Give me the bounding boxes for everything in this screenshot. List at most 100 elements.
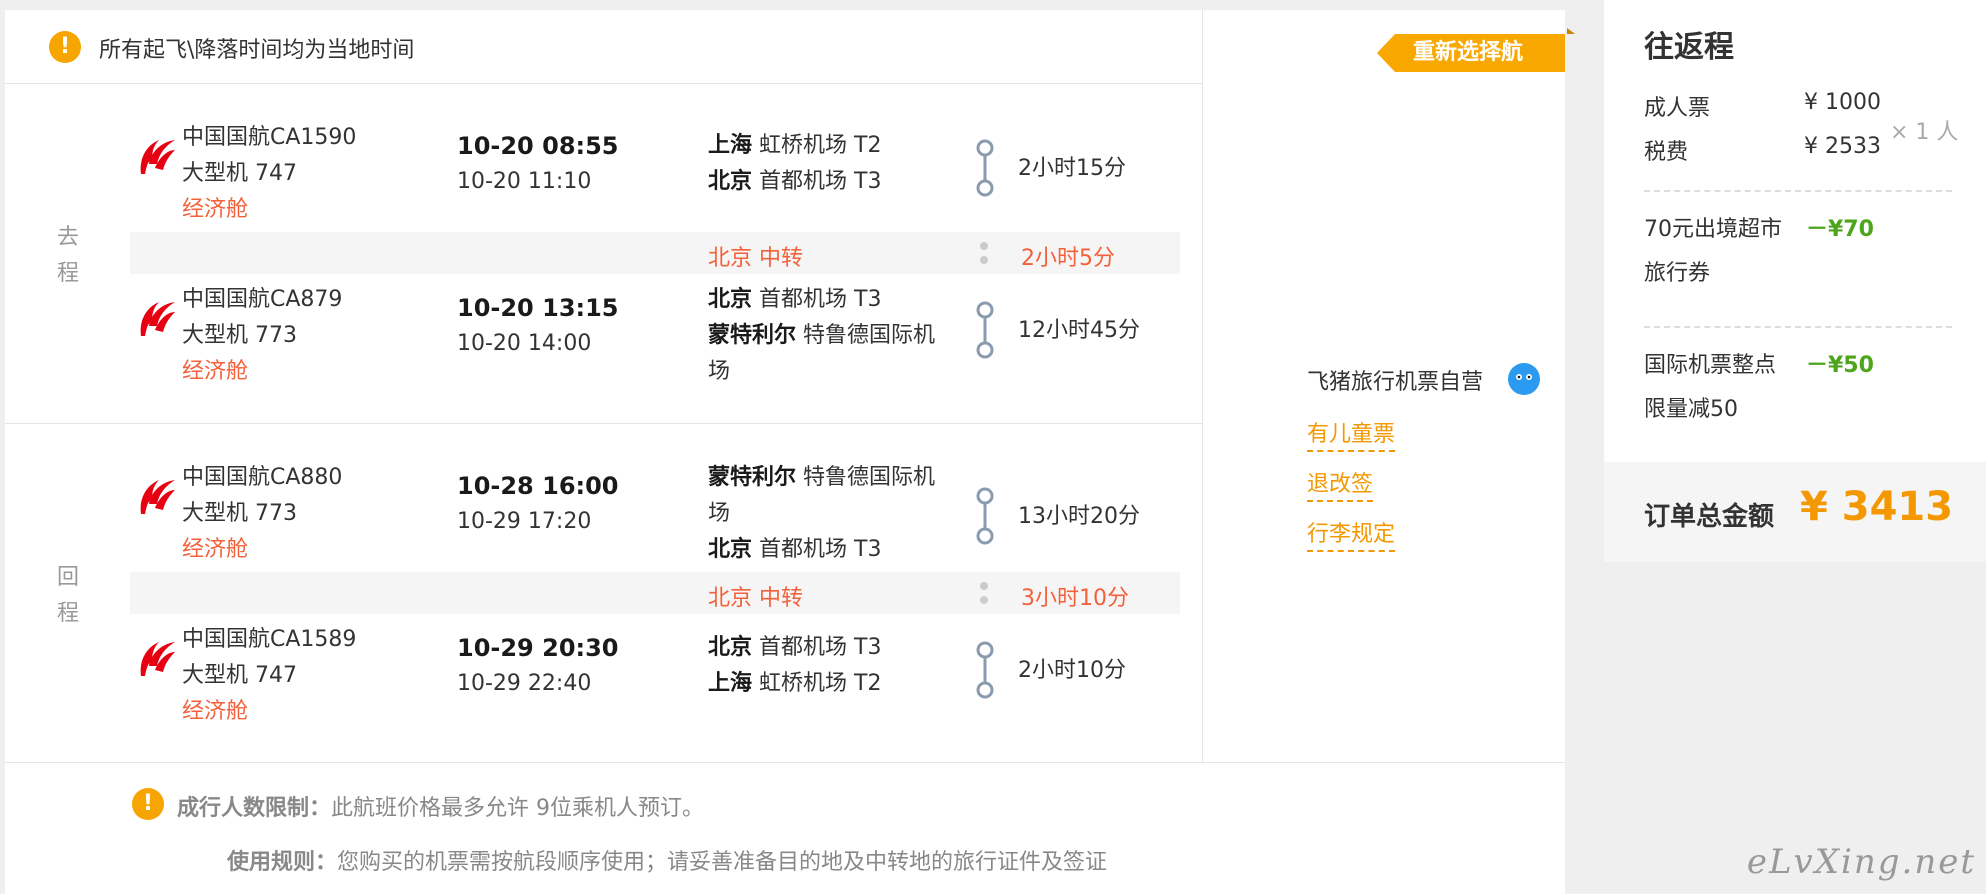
airports: 北京 首都机场 T3 上海 虹桥机场 T2 bbox=[708, 630, 978, 702]
arrival-city: 北京 bbox=[708, 537, 753, 562]
arrival-time: 10-29 22:40 bbox=[457, 671, 592, 696]
transfer-time: 3小时10分 bbox=[1021, 586, 1129, 611]
outbound-label-char2: 程 bbox=[56, 261, 79, 286]
aircraft-type: 大型机 747 bbox=[182, 161, 297, 186]
airports: 蒙特利尔 特鲁德国际机 场 北京 首都机场 T3 bbox=[708, 460, 978, 568]
flight-number: 中国国航CA1590 bbox=[182, 125, 357, 150]
child-ticket-link[interactable]: 有儿童票 bbox=[1307, 416, 1396, 452]
fliggy-mascot-icon bbox=[1508, 363, 1540, 395]
arrival-city: 北京 bbox=[708, 169, 753, 194]
return-label: 回 程 bbox=[53, 560, 83, 632]
aircraft-type: 大型机 747 bbox=[182, 663, 297, 688]
flight-duration: 2小时15分 bbox=[1018, 156, 1126, 181]
flight-number: 中国国航CA879 bbox=[182, 287, 343, 312]
flight-number: 中国国航CA880 bbox=[182, 465, 343, 490]
rule-text: 您购买的机票需按航段顺序使用；请妥善准备目的地及中转地的旅行证件及签证 bbox=[337, 850, 1108, 875]
tax-row: 税费 ¥ 2533 bbox=[1644, 134, 1881, 166]
air-china-logo-icon bbox=[140, 480, 175, 514]
notice-text: 所有起飞\降落时间均为当地时间 bbox=[99, 38, 415, 63]
departure-time: 10-20 08:55 bbox=[457, 132, 619, 160]
airline-info: 中国国航CA1589 大型机 747 经济舱 bbox=[182, 622, 356, 730]
promo-coupon-1: 70元出境超市 旅行券 －¥70 bbox=[1644, 208, 1874, 296]
arrival-airport: 首都机场 T3 bbox=[759, 537, 882, 562]
departure-city: 上海 bbox=[708, 133, 753, 158]
passenger-multiplier: × 1 人 bbox=[1890, 120, 1959, 145]
arrival-airport: 首都机场 T3 bbox=[759, 169, 882, 194]
rule-label: 成行人数限制： bbox=[177, 796, 332, 821]
flight-duration: 12小时45分 bbox=[1018, 318, 1140, 343]
arrival-time: 10-29 17:20 bbox=[457, 509, 592, 534]
airports: 上海 虹桥机场 T2 北京 首都机场 T3 bbox=[708, 128, 978, 200]
route-line-icon bbox=[976, 487, 994, 545]
arrival-airport: 特鲁德国际机 bbox=[803, 323, 936, 348]
transfer-dots-icon bbox=[979, 240, 989, 266]
column-divider bbox=[1202, 10, 1203, 762]
reselect-flight-button[interactable]: 重新选择航班 bbox=[1377, 34, 1565, 72]
outbound-transfer: 北京 中转 2小时5分 bbox=[130, 232, 1180, 274]
flight-times: 10-28 16:00 10-29 17:20 bbox=[457, 468, 619, 540]
cabin-class: 经济舱 bbox=[182, 197, 249, 222]
promo-coupon-2: 国际机票整点 限量减50 －¥50 bbox=[1644, 344, 1874, 432]
arrival-city: 蒙特利尔 bbox=[708, 323, 797, 348]
dashed-divider bbox=[1644, 326, 1952, 328]
return-segment-2: 中国国航CA1589 大型机 747 经济舱 10-29 20:30 10-29… bbox=[130, 622, 1180, 732]
transfer-dots-icon bbox=[979, 580, 989, 606]
airports: 北京 首都机场 T3 蒙特利尔 特鲁德国际机 场 bbox=[708, 282, 978, 390]
aircraft-type: 大型机 773 bbox=[182, 501, 297, 526]
outbound-label-char1: 去 bbox=[56, 225, 79, 250]
airline-info: 中国国航CA879 大型机 773 经济舱 bbox=[182, 282, 342, 390]
departure-airport-cont: 场 bbox=[708, 501, 731, 526]
arrival-airport-cont: 场 bbox=[708, 359, 731, 384]
promo-line-1: 70元出境超市 bbox=[1644, 217, 1782, 242]
departure-airport: 首都机场 T3 bbox=[759, 635, 882, 660]
promo-line-1: 国际机票整点 bbox=[1644, 353, 1777, 378]
price-summary-sidebar: 往返程 成人票 ¥ 1000 税费 ¥ 2533 × 1 人 70元出境超市 旅… bbox=[1604, 0, 1986, 562]
departure-airport: 特鲁德国际机 bbox=[803, 465, 936, 490]
return-label-char1: 回 bbox=[56, 565, 79, 590]
tax-price: ¥ 2533 bbox=[1804, 134, 1881, 159]
order-total-label: 订单总金额 bbox=[1644, 502, 1775, 532]
air-china-logo-icon bbox=[140, 140, 175, 174]
rule-text: 此航班价格最多允许 9位乘机人预订。 bbox=[331, 796, 705, 821]
departure-airport: 首都机场 T3 bbox=[759, 287, 882, 312]
order-total: 订单总金额 ¥ 3413 bbox=[1604, 462, 1986, 562]
flight-duration: 2小时10分 bbox=[1018, 658, 1126, 683]
warning-icon: ! bbox=[132, 788, 164, 820]
promo-discount: －¥50 bbox=[1806, 353, 1874, 378]
departure-city: 北京 bbox=[708, 287, 753, 312]
departure-city: 蒙特利尔 bbox=[708, 465, 797, 490]
air-china-logo-icon bbox=[140, 302, 175, 336]
departure-airport: 虹桥机场 T2 bbox=[759, 133, 882, 158]
arrival-time: 10-20 11:10 bbox=[457, 169, 592, 194]
promo-line-2: 旅行券 bbox=[1644, 261, 1711, 286]
itinerary-panel: ! 所有起飞\降落时间均为当地时间 去 程 中国国航CA1590 大型机 747… bbox=[5, 10, 1575, 894]
route-line-icon bbox=[976, 139, 994, 197]
refund-change-link[interactable]: 退改签 bbox=[1307, 466, 1374, 502]
airline-info: 中国国航CA880 大型机 773 经济舱 bbox=[182, 460, 342, 568]
dashed-divider bbox=[1644, 190, 1952, 192]
ribbon-corner bbox=[1567, 28, 1575, 34]
arrival-airport: 虹桥机场 T2 bbox=[759, 671, 882, 696]
watermark: eLvXing.net bbox=[1746, 842, 1976, 882]
flight-times: 10-29 20:30 10-29 22:40 bbox=[457, 630, 619, 702]
info-links: 有儿童票 退改签 行李规定 bbox=[1307, 416, 1396, 566]
route-line-icon bbox=[976, 301, 994, 359]
return-segment-1: 中国国航CA880 大型机 773 经济舱 10-28 16:00 10-29 … bbox=[130, 460, 1180, 570]
usage-rule: 使用规则：您购买的机票需按航段顺序使用；请妥善准备目的地及中转地的旅行证件及签证 bbox=[227, 844, 1107, 876]
arrival-city: 上海 bbox=[708, 671, 753, 696]
air-china-logo-icon bbox=[140, 642, 175, 676]
baggage-rules-link[interactable]: 行李规定 bbox=[1307, 516, 1396, 552]
promo-discount: －¥70 bbox=[1806, 217, 1874, 242]
return-transfer: 北京 中转 3小时10分 bbox=[130, 572, 1180, 614]
promo-line-2: 限量减50 bbox=[1644, 397, 1738, 422]
section-divider bbox=[5, 423, 1202, 424]
flight-number: 中国国航CA1589 bbox=[182, 627, 357, 652]
departure-city: 北京 bbox=[708, 635, 753, 660]
flight-times: 10-20 13:15 10-20 14:00 bbox=[457, 290, 619, 362]
tax-label: 税费 bbox=[1644, 140, 1689, 165]
arrival-time: 10-20 14:00 bbox=[457, 331, 592, 356]
cabin-class: 经济舱 bbox=[182, 699, 249, 724]
adult-fare-price: ¥ 1000 bbox=[1804, 90, 1881, 115]
cabin-class: 经济舱 bbox=[182, 359, 249, 384]
outbound-segment-1: 中国国航CA1590 大型机 747 经济舱 10-20 08:55 10-20… bbox=[130, 120, 1180, 230]
